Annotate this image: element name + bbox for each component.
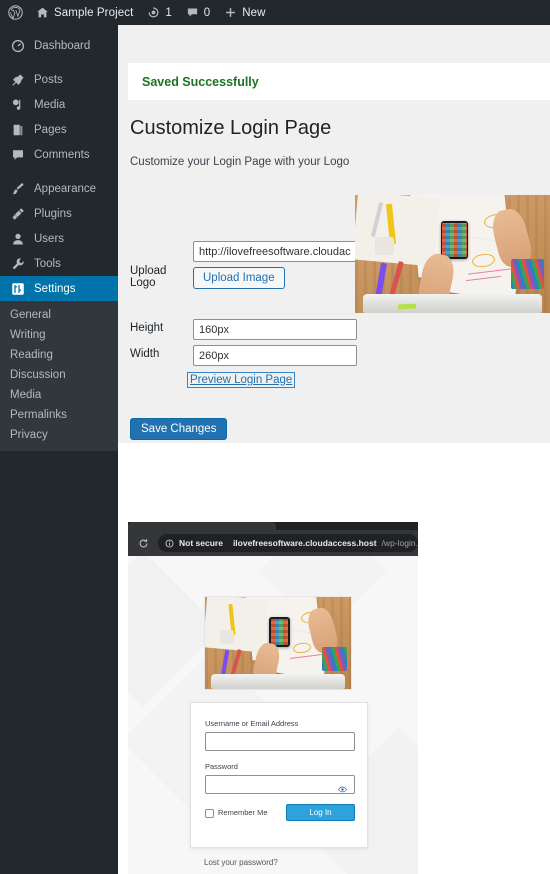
- address-bar[interactable]: Not secure ilovefreesoftware.cloudaccess…: [158, 534, 418, 552]
- pin-icon: [10, 72, 26, 88]
- url-host: ilovefreesoftware.cloudaccess.host: [232, 538, 377, 548]
- main-content: Saved Successfully Customize Login Page …: [118, 25, 550, 443]
- home-icon: [36, 6, 49, 19]
- admin-bar: Sample Project 1 0 New: [0, 0, 550, 25]
- browser-tab[interactable]: [128, 522, 276, 530]
- updates-count: 1: [165, 6, 172, 19]
- width-input[interactable]: [193, 345, 357, 366]
- media-icon: [10, 97, 26, 113]
- user-icon: [10, 231, 26, 247]
- site-name-menu[interactable]: Sample Project: [29, 0, 140, 25]
- username-input[interactable]: [205, 732, 355, 751]
- sidebar-item-posts[interactable]: Posts: [0, 67, 118, 92]
- sidebar-item-label: Comments: [34, 148, 90, 161]
- sidebar-item-settings[interactable]: Settings: [0, 276, 126, 301]
- sidebar-item-users[interactable]: Users: [0, 226, 118, 251]
- submenu-item-general[interactable]: General: [0, 305, 118, 325]
- sidebar-item-label: Users: [34, 232, 65, 245]
- comments-menu[interactable]: 0: [179, 0, 217, 25]
- login-form: Username or Email Address Password Remem…: [190, 702, 368, 848]
- comment-bubble-icon: [10, 147, 26, 163]
- pages-icon: [10, 122, 26, 138]
- site-name-label: Sample Project: [54, 6, 134, 19]
- sidebar-item-label: Pages: [34, 123, 67, 136]
- page-subtitle: Customize your Login Page with your Logo: [130, 156, 350, 168]
- url-path: /wp-login.p: [381, 538, 418, 548]
- lost-password-link[interactable]: Lost your password?: [204, 858, 278, 867]
- comments-count: 0: [203, 6, 211, 19]
- sidebar-item-label: Settings: [34, 282, 76, 295]
- sidebar-item-dashboard[interactable]: Dashboard: [0, 33, 118, 58]
- wordpress-logo-icon[interactable]: [0, 0, 29, 25]
- sidebar-item-appearance[interactable]: Appearance: [0, 176, 118, 201]
- sidebar-item-plugins[interactable]: Plugins: [0, 201, 118, 226]
- password-input[interactable]: [205, 775, 355, 794]
- browser-toolbar: Not secure ilovefreesoftware.cloudaccess…: [128, 530, 418, 556]
- comment-bubble-icon: [186, 6, 199, 19]
- new-label: New: [242, 6, 266, 19]
- width-row: Width: [130, 345, 357, 366]
- login-button[interactable]: Log In: [286, 804, 355, 821]
- sidebar-item-label: Media: [34, 98, 66, 111]
- height-label: Height: [130, 322, 164, 334]
- remember-me-label: Remember Me: [218, 808, 268, 817]
- preview-login-page-link[interactable]: Preview Login Page: [186, 372, 296, 388]
- page-title: Customize Login Page: [130, 117, 332, 139]
- screenshot-root: Sample Project 1 0 New Dashboard Posts M…: [0, 0, 550, 874]
- wrench-icon: [10, 256, 26, 272]
- upload-logo-label: Upload Logo: [130, 265, 167, 289]
- success-notice-text: Saved Successfully: [142, 74, 259, 89]
- sidebar-item-tools[interactable]: Tools: [0, 251, 118, 276]
- settings-submenu: General Writing Reading Discussion Media…: [0, 301, 118, 451]
- sidebar-item-label: Plugins: [34, 207, 72, 220]
- sidebar-item-pages[interactable]: Pages: [0, 117, 118, 142]
- logo-preview-image: [355, 195, 550, 313]
- plus-icon: [224, 6, 237, 19]
- remember-me-checkbox[interactable]: [205, 809, 214, 818]
- height-row: Height: [130, 319, 357, 340]
- submenu-item-privacy[interactable]: Privacy: [0, 425, 118, 445]
- sidebar-item-media[interactable]: Media: [0, 92, 118, 117]
- eye-icon[interactable]: [338, 781, 347, 799]
- login-logo-image: [204, 596, 352, 690]
- upload-image-button[interactable]: Upload Image: [193, 267, 285, 289]
- upload-logo-input[interactable]: [193, 241, 357, 262]
- height-input[interactable]: [193, 319, 357, 340]
- submenu-item-reading[interactable]: Reading: [0, 345, 118, 365]
- sidebar-item-comments[interactable]: Comments: [0, 142, 118, 167]
- save-changes-wrap: Save Changes: [130, 418, 228, 440]
- success-notice: Saved Successfully: [128, 63, 550, 100]
- sidebar-item-label: Tools: [34, 257, 61, 270]
- new-content-menu[interactable]: New: [217, 0, 272, 25]
- dashboard-icon: [10, 38, 26, 54]
- brush-icon: [10, 181, 26, 197]
- submenu-item-writing[interactable]: Writing: [0, 325, 118, 345]
- info-circle-icon: [165, 539, 174, 548]
- updates-icon: [147, 6, 160, 19]
- settings-sliders-icon: [10, 281, 26, 297]
- sidebar-item-label: Dashboard: [34, 39, 91, 52]
- login-page-preview: Username or Email Address Password Remem…: [128, 556, 418, 874]
- submenu-item-media[interactable]: Media: [0, 385, 118, 405]
- browser-tab-strip: [128, 522, 418, 530]
- updates-menu[interactable]: 1: [140, 0, 178, 25]
- reload-icon[interactable]: [128, 538, 158, 549]
- admin-sidebar: Dashboard Posts Media Pages Comments App…: [0, 25, 126, 874]
- username-label: Username or Email Address: [205, 719, 299, 728]
- plug-icon: [10, 206, 26, 222]
- sidebar-item-label: Appearance: [34, 182, 97, 195]
- preview-login-page-wrap: Preview Login Page: [186, 370, 296, 388]
- sidebar-item-label: Posts: [34, 73, 63, 86]
- width-label: Width: [130, 348, 160, 360]
- security-status-text: Not secure: [179, 538, 223, 548]
- password-label: Password: [205, 762, 238, 771]
- submenu-item-permalinks[interactable]: Permalinks: [0, 405, 118, 425]
- upload-logo-row: Upload Logo Upload Image: [130, 241, 357, 289]
- submenu-item-discussion[interactable]: Discussion: [0, 365, 118, 385]
- browser-preview-window: Not secure ilovefreesoftware.cloudaccess…: [128, 522, 418, 874]
- save-changes-button[interactable]: Save Changes: [130, 418, 228, 440]
